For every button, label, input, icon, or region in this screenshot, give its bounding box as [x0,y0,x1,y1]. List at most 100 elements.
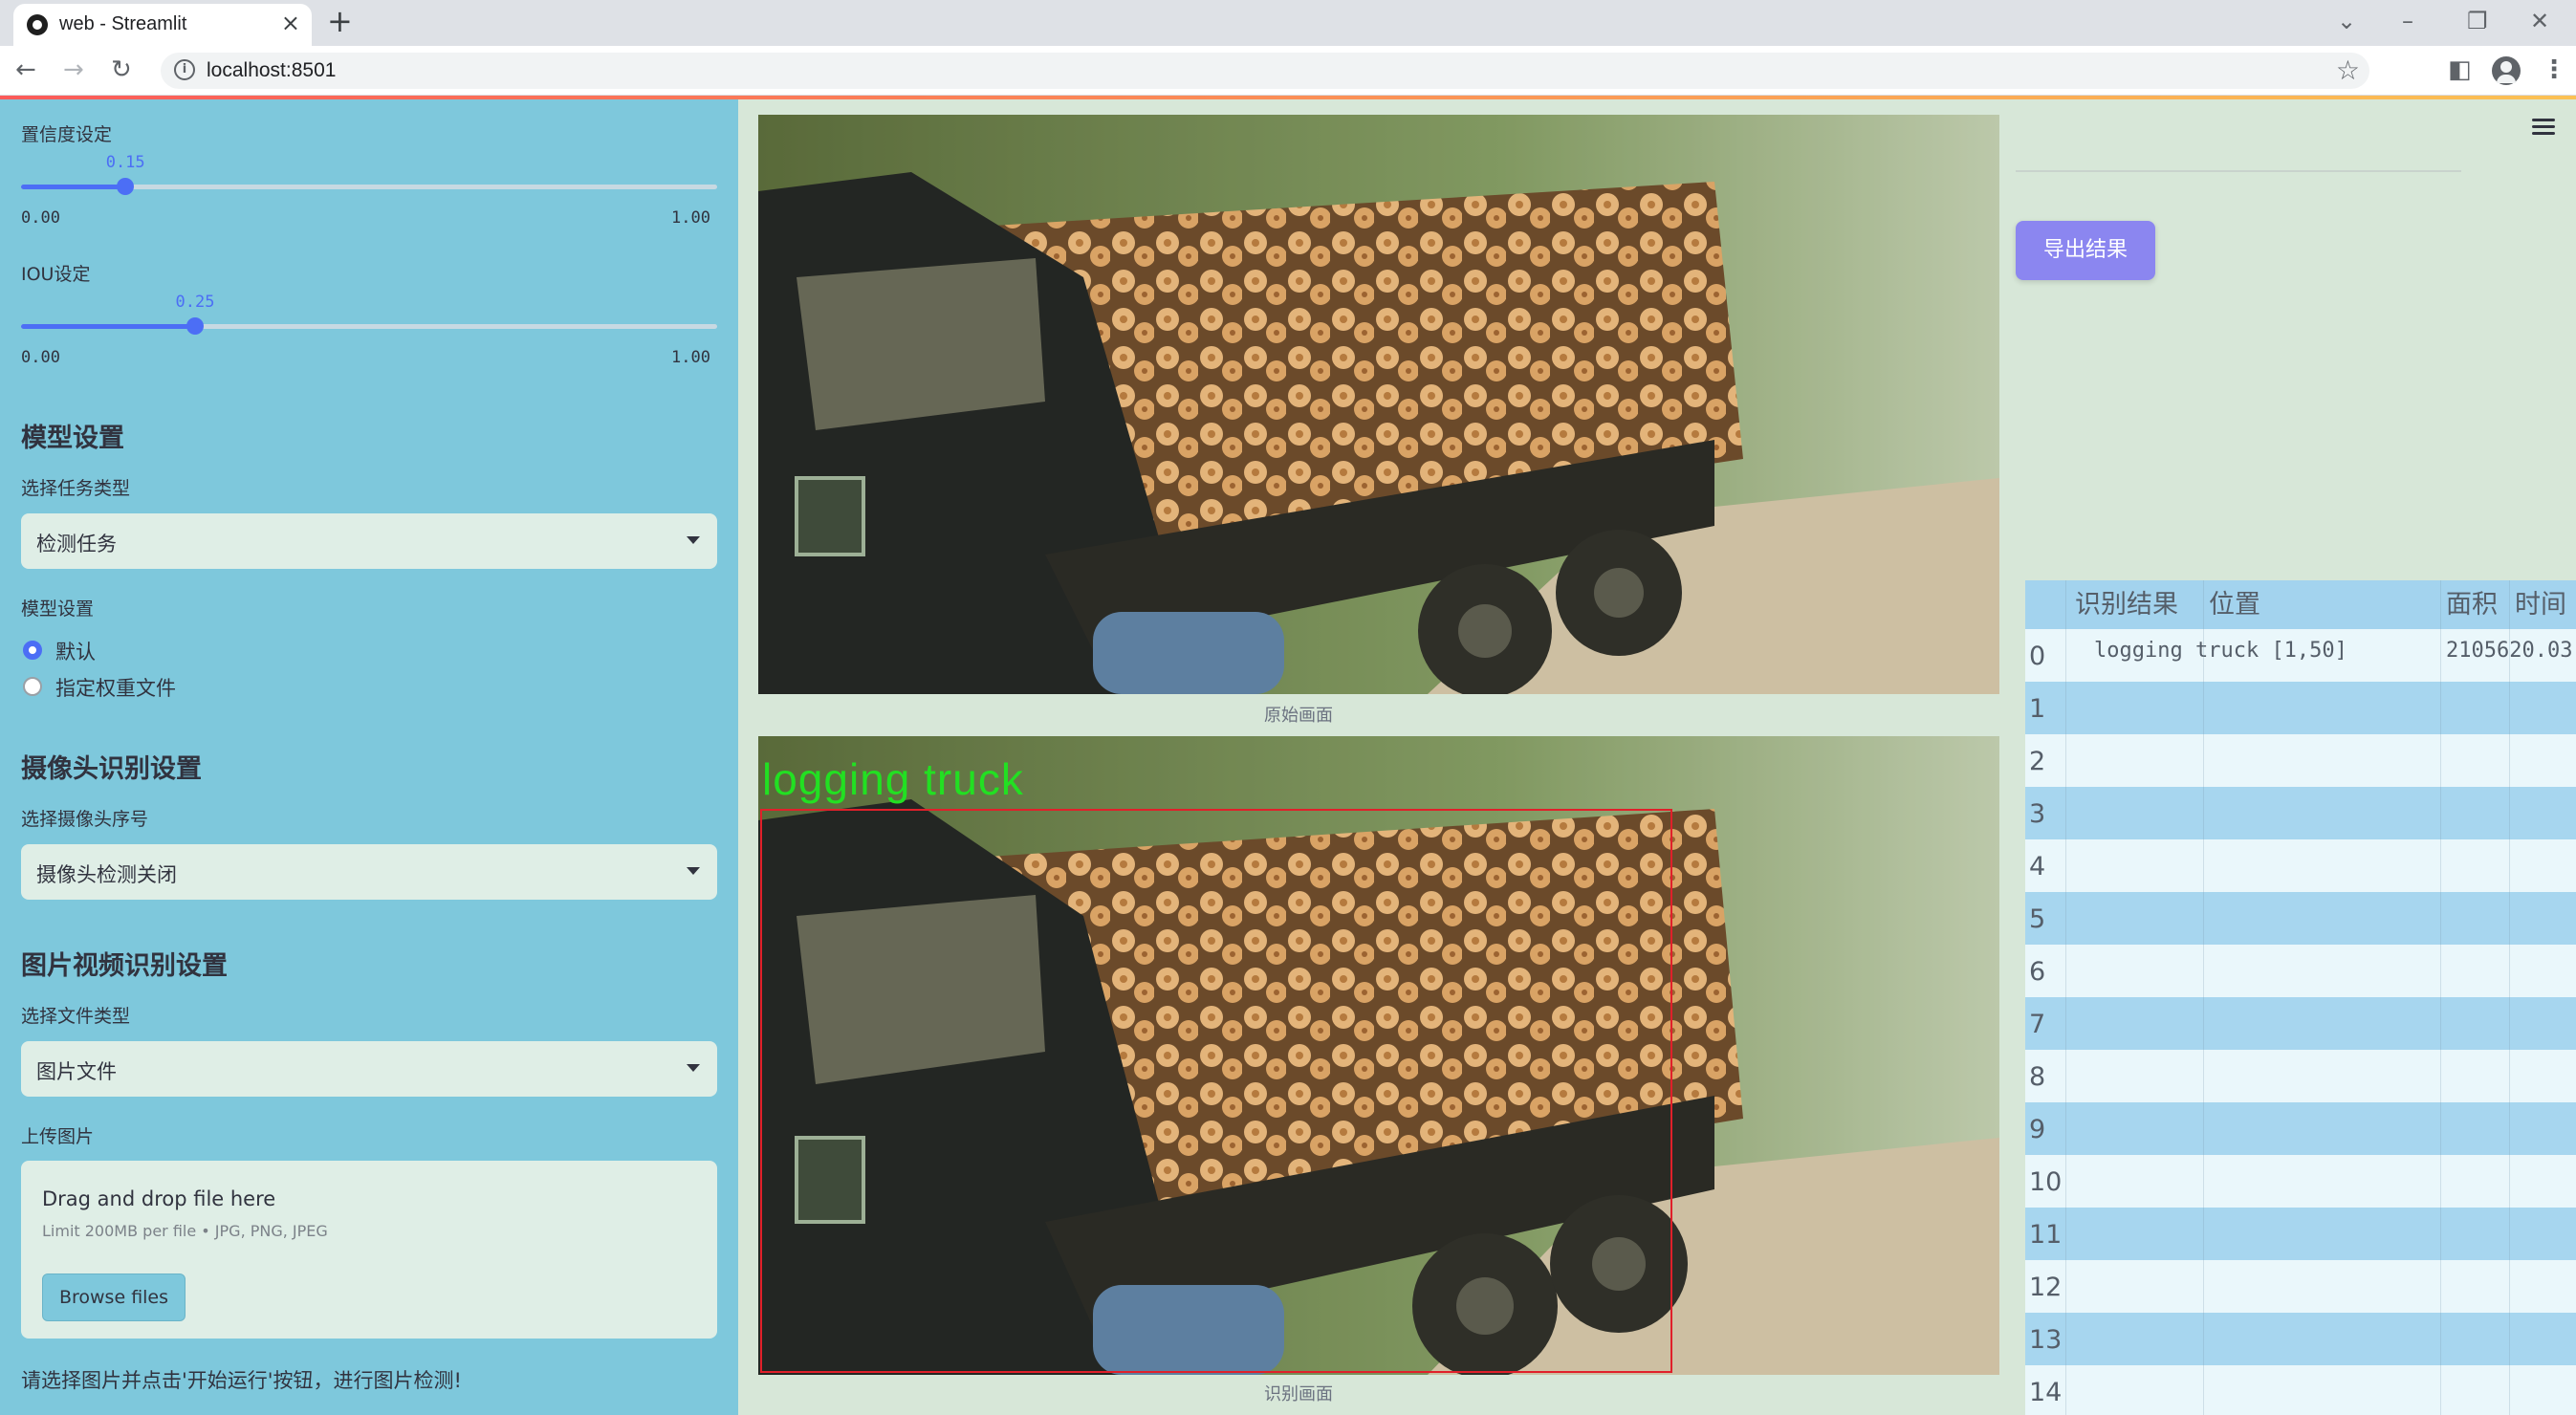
forward-arrow-icon[interactable]: → [63,55,84,84]
address-bar[interactable]: i localhost:8501 ☆ [161,53,2369,89]
table-row[interactable]: 0 logging truck [1,50] 2105620.03 [2025,629,2576,682]
iou-label: IOU设定 [21,264,91,285]
task-type-value: 检测任务 [36,533,117,555]
restore-icon[interactable]: ❐ [2467,8,2488,34]
table-row[interactable]: 1 [2025,682,2576,734]
confidence-max: 1.00 [671,208,710,228]
results-table[interactable]: 识别结果 位置 面积 时间 0 logging truck [1,50] 2105620.0… [2025,580,2576,1415]
minimize-icon[interactable]: – [2402,8,2413,34]
side-panel-icon[interactable]: ◧ [2448,55,2472,84]
sidebar: 置信度设定 0.15 0.00 1.00 IOU设定 0.25 0.00 1.0… [0,99,738,1415]
site-info-icon[interactable]: i [174,59,195,80]
detected-caption: 识别画面 [1264,1384,1333,1404]
table-row[interactable]: 11 [2025,1208,2576,1260]
file-dropzone[interactable]: Drag and drop file here Limit 200MB per … [21,1161,717,1339]
table-header-row: 识别结果 位置 面积 时间 [2025,580,2576,629]
back-arrow-icon[interactable]: ← [15,55,36,84]
iou-min: 0.00 [21,348,60,367]
task-type-label: 选择任务类型 [21,478,131,499]
file-type-select[interactable]: 图片文件 [21,1041,717,1097]
export-results-button[interactable]: 导出结果 [2016,221,2155,280]
table-row[interactable]: 5 [2025,892,2576,945]
confidence-label: 置信度设定 [21,124,113,145]
iou-slider[interactable] [21,317,717,335]
row-index: 4 [2029,852,2046,882]
tab-title: web - Streamlit [59,13,187,34]
file-settings-heading: 图片视频识别设置 [21,951,228,981]
browser-menu-icon[interactable]: ⋮ [2542,55,2566,84]
column-header[interactable]: 位置 [2209,580,2260,629]
tab-close-icon[interactable]: × [281,10,300,36]
original-caption: 原始画面 [1264,706,1333,726]
bookmark-star-icon[interactable]: ☆ [2336,54,2360,86]
table-row[interactable]: 8 [2025,1050,2576,1102]
table-row[interactable]: 6 [2025,945,2576,997]
table-row[interactable]: 7 [2025,997,2576,1050]
column-header[interactable]: 识别结果 [2075,580,2178,629]
table-row[interactable]: 14 [2025,1365,2576,1415]
dropzone-limit: Limit 200MB per file • JPG, PNG, JPEG [42,1222,328,1240]
row-index: 7 [2029,1010,2046,1039]
model-settings-label: 模型设置 [21,599,95,620]
radio-custom-weights-label[interactable]: 指定权重文件 [55,673,176,702]
tab-search-chevron-icon[interactable]: ⌄ [2337,8,2356,34]
model-settings-heading: 模型设置 [21,424,124,453]
iou-value: 0.25 [175,293,215,312]
camera-index-value: 摄像头检测关闭 [36,863,177,886]
row-index: 12 [2029,1273,2063,1302]
column-header[interactable]: 面积 [2446,580,2498,629]
table-row[interactable]: 10 [2025,1155,2576,1208]
detection-bounding-box [760,809,1672,1373]
row-index: 9 [2029,1115,2046,1144]
radio-default-label[interactable]: 默认 [55,637,96,665]
chevron-down-icon [687,1064,700,1072]
window-close-icon[interactable]: ✕ [2530,8,2549,34]
confidence-slider[interactable] [21,178,717,195]
cell-result: logging truck [1,50] [2094,639,2347,663]
camera-settings-heading: 摄像头识别设置 [21,754,202,784]
camera-index-label: 选择摄像头序号 [21,809,149,830]
browse-files-button[interactable]: Browse files [42,1274,186,1321]
profile-avatar-icon[interactable] [2492,56,2521,85]
browser-tab-strip: web - Streamlit × + ⌄ – ❐ ✕ [0,0,2576,46]
row-index: 13 [2029,1325,2063,1355]
original-image [758,115,1999,694]
table-row[interactable]: 9 [2025,1102,2576,1155]
hamburger-menu-icon[interactable] [2532,119,2555,136]
iou-slider-thumb[interactable] [186,317,204,335]
new-tab-icon[interactable]: + [327,3,353,39]
confidence-slider-thumb[interactable] [117,178,135,195]
row-index: 5 [2029,904,2046,934]
reload-icon[interactable]: ↻ [111,55,132,84]
table-row[interactable]: 2 [2025,734,2576,787]
upload-label: 上传图片 [21,1126,95,1147]
row-index: 0 [2029,642,2046,671]
radio-default[interactable] [23,641,42,660]
detection-label: logging truck [762,754,1024,804]
table-row[interactable]: 4 [2025,839,2576,892]
browser-tab[interactable]: web - Streamlit × [13,4,312,46]
row-index: 3 [2029,799,2046,829]
row-index: 10 [2029,1167,2063,1197]
confidence-value: 0.15 [105,153,145,172]
table-row[interactable]: 13 [2025,1313,2576,1365]
task-type-select[interactable]: 检测任务 [21,513,717,569]
table-row[interactable]: 12 [2025,1260,2576,1313]
confidence-min: 0.00 [21,208,60,228]
divider [2016,170,2461,172]
chevron-down-icon [687,867,700,875]
radio-custom-weights[interactable] [23,677,42,696]
confidence-slider-fill [21,185,126,189]
streamlit-favicon-icon [27,14,48,35]
iou-max: 1.00 [671,348,710,367]
instruction-text: 请选择图片并点击'开始运行'按钮，进行图片检测! [21,1369,462,1392]
table-row[interactable]: 3 [2025,787,2576,839]
row-index: 14 [2029,1378,2063,1407]
row-index: 6 [2029,957,2046,987]
browser-toolbar: ← → ↻ i localhost:8501 ☆ ◧ ⋮ [0,46,2576,96]
camera-index-select[interactable]: 摄像头检测关闭 [21,844,717,900]
column-header[interactable]: 时间 [2515,580,2566,629]
row-index: 2 [2029,747,2046,776]
detected-image: logging truck [758,736,1999,1375]
iou-slider-fill [21,324,195,329]
